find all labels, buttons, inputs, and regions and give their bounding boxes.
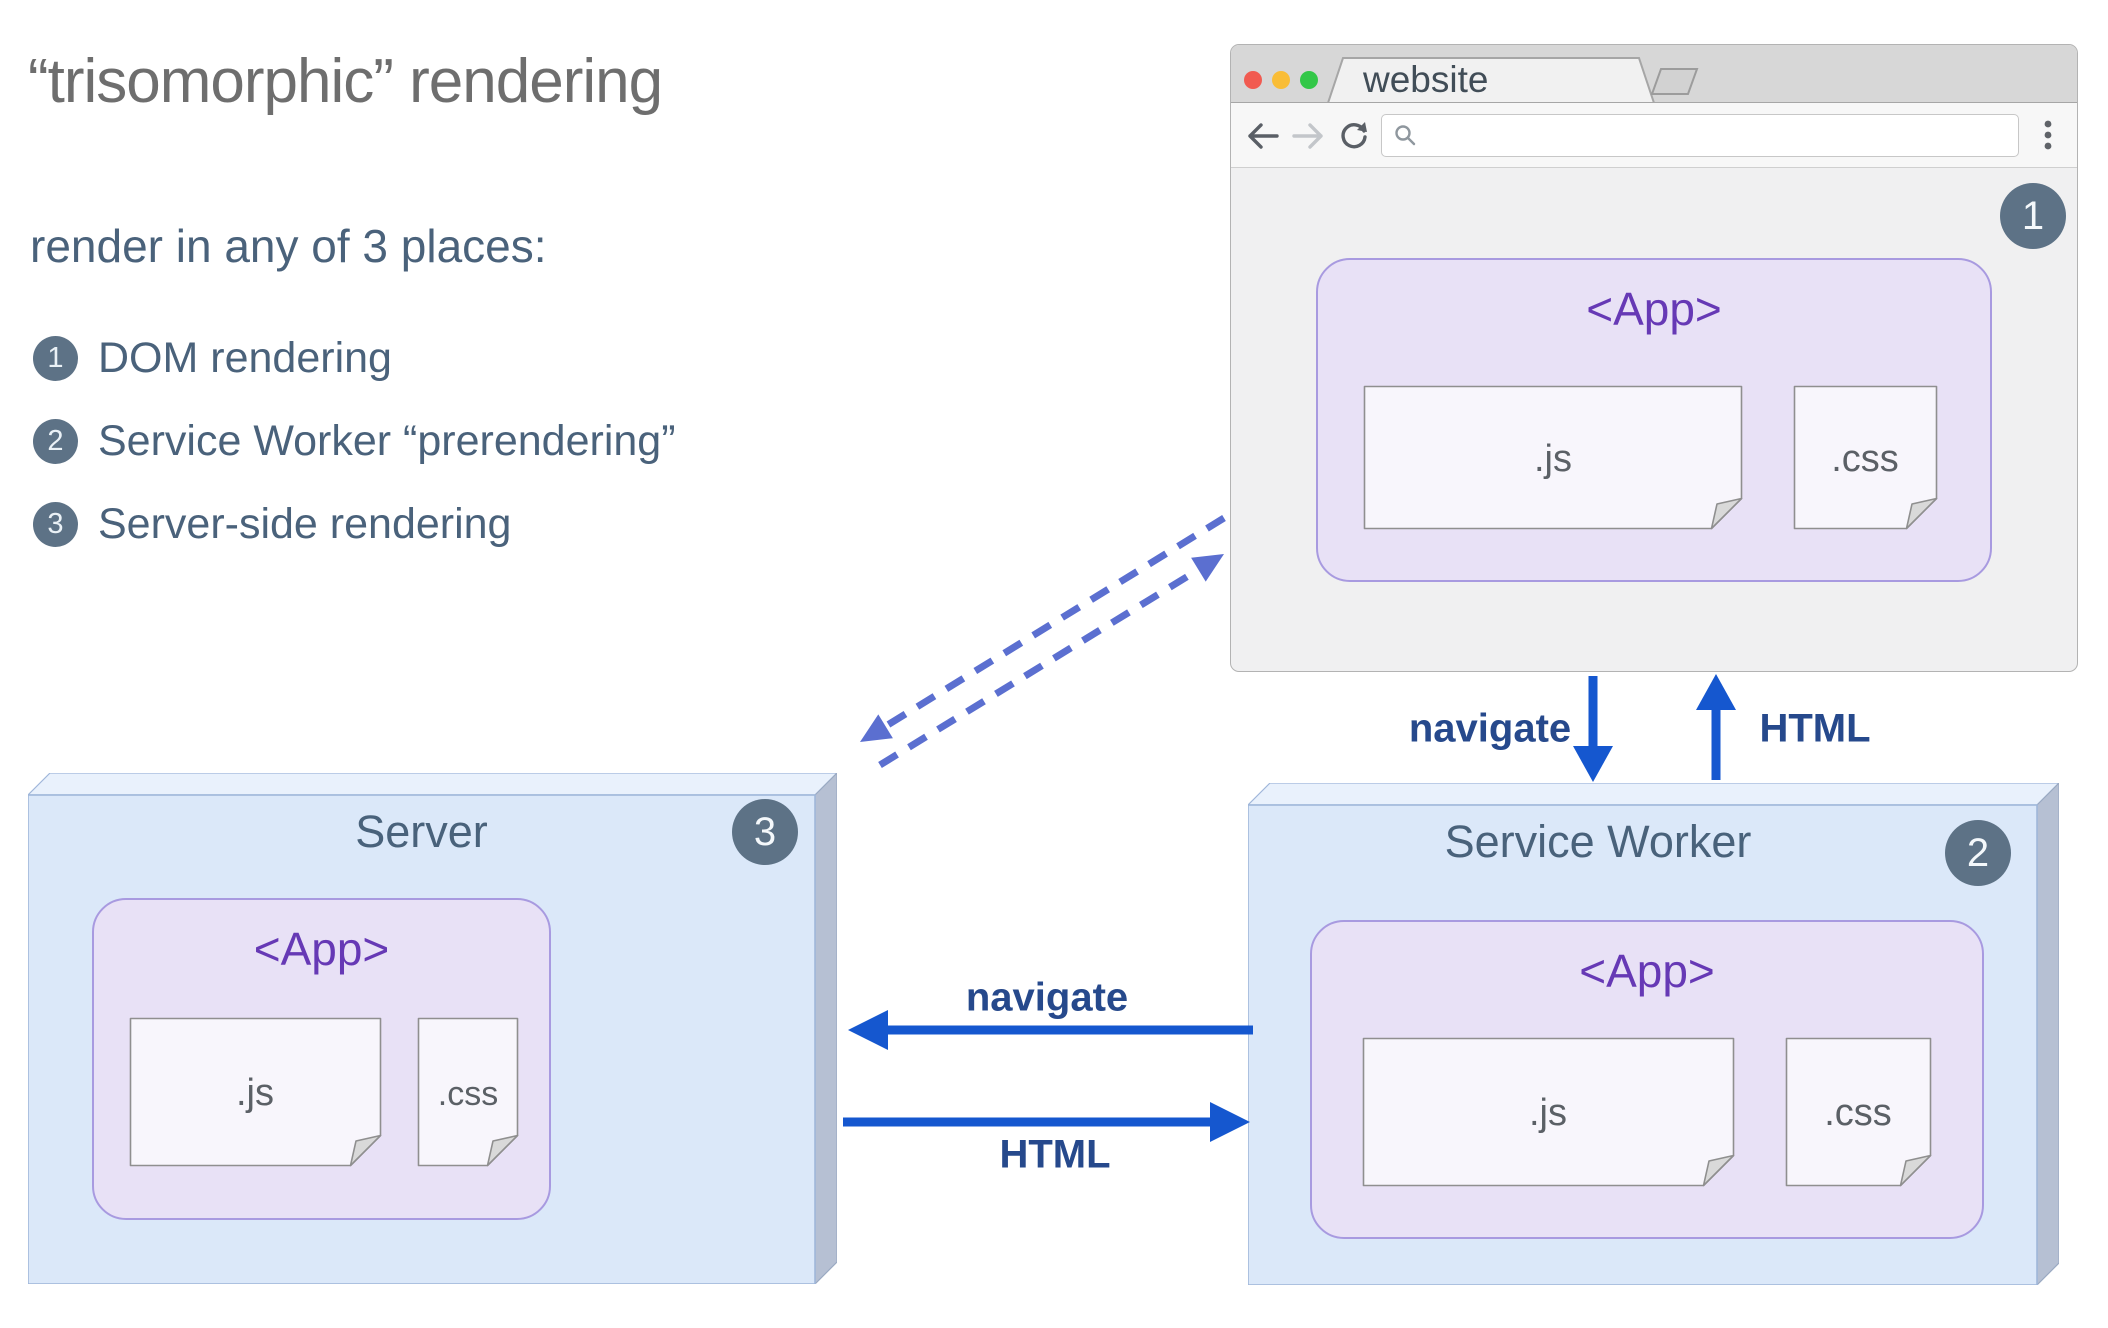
menu-dots-icon[interactable] (2044, 120, 2054, 152)
address-bar[interactable] (1381, 114, 2019, 157)
search-icon (1395, 125, 1416, 146)
list-badge-1: 1 (33, 335, 78, 381)
js-file-label: .js (1529, 1092, 1567, 1134)
js-file-icon: .js (1362, 1037, 1735, 1187)
back-icon[interactable] (1247, 123, 1279, 149)
subtitle: render in any of 3 places: (30, 220, 547, 272)
step-badge-3: 3 (732, 799, 798, 865)
js-file-icon: .js (1363, 385, 1743, 530)
tab-title[interactable]: website (1363, 59, 1488, 101)
list-item-server-side: 3 Server-side rendering (33, 500, 511, 548)
browser-window: website 1 <App> .js .css (1230, 44, 2078, 672)
css-file-icon: .css (1785, 1037, 1932, 1187)
browser-viewport: 1 <App> .js .css (1231, 168, 2077, 671)
server-title: Server (355, 806, 488, 857)
step-badge-2: 2 (1945, 820, 2011, 886)
server-box: Server 3 <App> .js .css (28, 773, 837, 1284)
html-vertical-label: HTML (1759, 706, 1871, 751)
list-item-dom-rendering: 1 DOM rendering (33, 334, 392, 382)
navigate-vertical-label: navigate (1408, 706, 1572, 751)
app-component-label: <App> (1579, 945, 1715, 997)
js-file-label: .js (236, 1072, 274, 1114)
reload-icon[interactable] (1339, 122, 1369, 152)
html-horizontal-label: HTML (999, 1132, 1111, 1177)
diagram-canvas: “trisomorphic” rendering render in any o… (0, 0, 2108, 1328)
css-file-label: .css (1831, 438, 1899, 480)
list-badge-2: 2 (33, 418, 78, 464)
browser-tab-strip: website (1231, 45, 2077, 103)
css-file-icon: .css (1793, 385, 1938, 530)
tab-shapes (1326, 57, 1699, 103)
dashed-browser-to-server-arrow (860, 515, 1226, 742)
minimize-window-icon[interactable] (1272, 71, 1290, 89)
list-item-service-worker: 2 Service Worker “prerendering” (33, 417, 676, 465)
browser-app-box: <App> .js .css (1316, 258, 1992, 582)
navigate-down-arrow (1573, 676, 1613, 782)
new-tab-button[interactable] (1650, 68, 1699, 95)
css-file-icon: .css (417, 1017, 519, 1167)
list-item-label: Server-side rendering (98, 499, 512, 548)
close-window-icon[interactable] (1244, 71, 1262, 89)
service-worker-app-box: <App> .js .css (1310, 920, 1984, 1239)
js-file-icon: .js (129, 1017, 382, 1167)
service-worker-title: Service Worker (1444, 816, 1752, 867)
dashed-server-to-browser-arrow (878, 554, 1224, 768)
page-title: “trisomorphic” rendering (28, 47, 663, 116)
list-item-label: DOM rendering (98, 333, 392, 382)
html-up-arrow (1696, 674, 1736, 780)
list-item-label: Service Worker “prerendering” (98, 416, 676, 465)
forward-icon[interactable] (1292, 123, 1324, 149)
list-badge-3: 3 (33, 501, 78, 547)
maximize-window-icon[interactable] (1300, 71, 1318, 89)
server-app-box: <App> .js .css (92, 898, 551, 1220)
navigate-horizontal-label: navigate (965, 975, 1129, 1020)
url-input[interactable] (1426, 118, 1990, 153)
browser-toolbar (1231, 103, 2077, 168)
css-file-label: .css (1824, 1092, 1892, 1134)
js-file-label: .js (1534, 438, 1572, 480)
service-worker-box: Service Worker 2 <App> .js .css (1248, 783, 2059, 1285)
step-badge-1: 1 (2000, 183, 2066, 249)
app-component-label: <App> (253, 923, 390, 975)
app-component-label: <App> (1586, 283, 1722, 335)
css-file-label: .css (438, 1075, 498, 1113)
